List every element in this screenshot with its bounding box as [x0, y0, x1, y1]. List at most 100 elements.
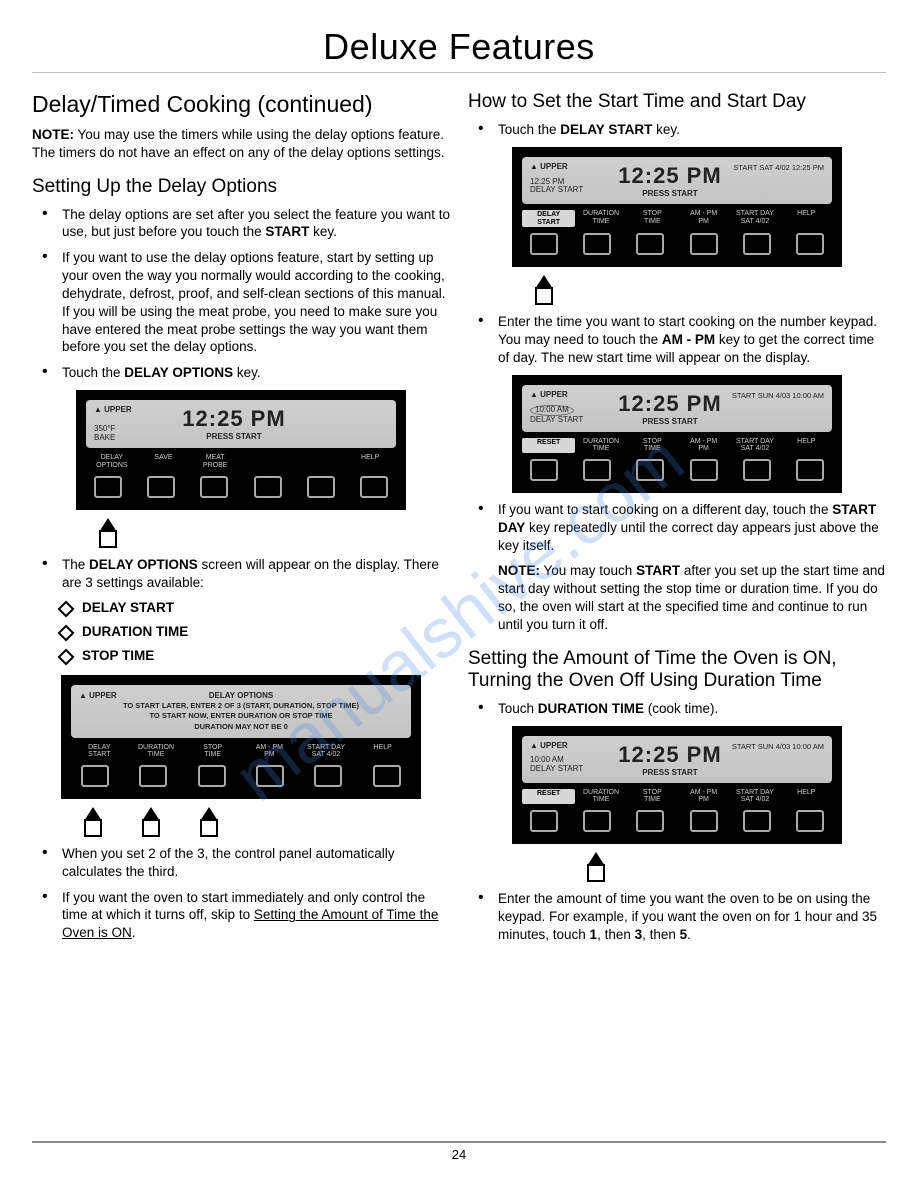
panel-button [796, 459, 824, 481]
left-bullet-3: Touch the DELAY OPTIONS key. [32, 364, 450, 382]
text: key. [309, 224, 337, 239]
left-bullet-6: If you want the oven to start immediatel… [32, 889, 450, 942]
panel-button [743, 810, 771, 832]
opt-delay-start: DELAY START [60, 599, 450, 617]
clock: 12:25 PM [616, 742, 724, 768]
key-stop: STOPTIME [627, 210, 678, 227]
key-ampm: AM - PMPM [678, 789, 729, 804]
pointer-arrow-icon [584, 852, 608, 880]
left-bullet-2: If you want to use the delay options fea… [32, 249, 450, 356]
mode: BAKE [94, 434, 180, 443]
key-duration: DURATIONTIME [575, 789, 626, 804]
start-info: START SUN 4/03 10:00 AM [724, 391, 824, 400]
panel-button [81, 765, 109, 787]
delay-label: DELAY START [530, 765, 616, 774]
text: The [62, 557, 89, 572]
panel-button [373, 765, 401, 787]
text-bold: START [265, 224, 309, 239]
key-ampm: AM - PMPM [678, 438, 729, 453]
key-startday: START DAYSAT 4/02 [729, 789, 780, 804]
msg1: TO START LATER, ENTER 2 OF 3 (START, DUR… [79, 702, 403, 711]
key-help: HELP [344, 454, 396, 469]
key-reset-highlight: RESET [522, 789, 575, 804]
note-text: You may use the timers while using the d… [32, 127, 445, 160]
panel-button [636, 810, 664, 832]
clock: 12:25 PM [616, 163, 724, 189]
key-delay-start-highlight: DELAYSTART [522, 210, 575, 227]
text: The delay options are set after you sele… [62, 207, 450, 240]
panel-button [94, 476, 122, 498]
key-delay-start: DELAYSTART [71, 744, 128, 759]
panel-button [583, 810, 611, 832]
text-bold: DELAY OPTIONS [89, 557, 198, 572]
text-bold: START [636, 563, 680, 578]
page-number: 24 [452, 1147, 466, 1162]
panel-button [796, 233, 824, 255]
panel-button [583, 459, 611, 481]
upper-label: ▲ UPPER [530, 742, 616, 751]
panel-button [743, 233, 771, 255]
key-stop: STOPTIME [627, 438, 678, 453]
text-bold: DURATION TIME [538, 701, 644, 716]
text: If you want to start cooking on a differ… [498, 502, 832, 517]
panel-button [636, 459, 664, 481]
panel-button [636, 233, 664, 255]
panel-button [743, 459, 771, 481]
press-start: PRESS START [616, 189, 724, 198]
key-startday: START DAYSAT 4/02 [298, 744, 355, 759]
panel-button [530, 233, 558, 255]
right-bullet-3: If you want to start cooking on a differ… [468, 501, 886, 554]
key-meat-probe: MEATPROBE [189, 454, 241, 469]
page-footer: 24 [32, 1141, 886, 1162]
left-column: Delay/Timed Cooking (continued) NOTE: Yo… [32, 81, 450, 951]
text: . [132, 925, 136, 940]
clock: 12:25 PM [616, 391, 724, 417]
page-title-bar: Deluxe Features [32, 20, 886, 73]
start-info: START SUN 4/03 10:00 AM [724, 742, 824, 751]
oven-panel-a: ▲ UPPER 350°F BAKE 12:25 PM PRESS START … [76, 390, 406, 510]
panel-button [200, 476, 228, 498]
key-stop: STOPTIME [184, 744, 241, 759]
panel-button [198, 765, 226, 787]
text-bold: 1 [590, 927, 598, 942]
note-label: NOTE: [498, 563, 540, 578]
oven-panel-d: ▲ UPPER 10:00 AM DELAY START 12:25 PM PR… [512, 375, 842, 493]
pointer-arrow-icon [532, 275, 556, 303]
press-start: PRESS START [616, 417, 724, 426]
text-bold: AM - PM [662, 332, 715, 347]
key-duration: DURATIONTIME [575, 438, 626, 453]
delay-options-title: DELAY OPTIONS [149, 691, 333, 700]
panel-button [690, 233, 718, 255]
panel-button [360, 476, 388, 498]
panel-button [583, 233, 611, 255]
delay-label: DELAY START [530, 416, 616, 425]
key-help: HELP [781, 210, 832, 227]
panel-button [690, 810, 718, 832]
text: . [687, 927, 691, 942]
heading-duration: Setting the Amount of Time the Oven is O… [468, 648, 886, 692]
right-column: How to Set the Start Time and Start Day … [468, 81, 886, 951]
left-bullet-1: The delay options are set after you sele… [32, 206, 450, 242]
key-stop: STOPTIME [627, 789, 678, 804]
left-bullet-4: The DELAY OPTIONS screen will appear on … [32, 556, 450, 592]
text: key repeatedly until the correct day app… [498, 520, 879, 553]
panel-button [254, 476, 282, 498]
note-label: NOTE: [32, 127, 74, 142]
press-start: PRESS START [180, 432, 288, 441]
panel-button [314, 765, 342, 787]
page-title: Deluxe Features [323, 26, 595, 68]
key-help: HELP [781, 789, 832, 804]
key-save: SAVE [138, 454, 190, 469]
press-start: PRESS START [616, 768, 724, 777]
key-reset-highlight: RESET [522, 438, 575, 453]
note-2: NOTE: You may touch START after you set … [498, 562, 886, 633]
right-bullet-4: Touch DURATION TIME (cook time). [468, 700, 886, 718]
text: You may touch [540, 563, 636, 578]
panel-button [147, 476, 175, 498]
key-delay-options: DELAYOPTIONS [86, 454, 138, 469]
heading-set-start: How to Set the Start Time and Start Day [468, 91, 886, 113]
start-info: START SAT 4/02 12:25 PM [724, 163, 824, 172]
upper-label: ▲ UPPER [94, 406, 180, 415]
key-duration: DURATIONTIME [575, 210, 626, 227]
text: , then [642, 927, 680, 942]
